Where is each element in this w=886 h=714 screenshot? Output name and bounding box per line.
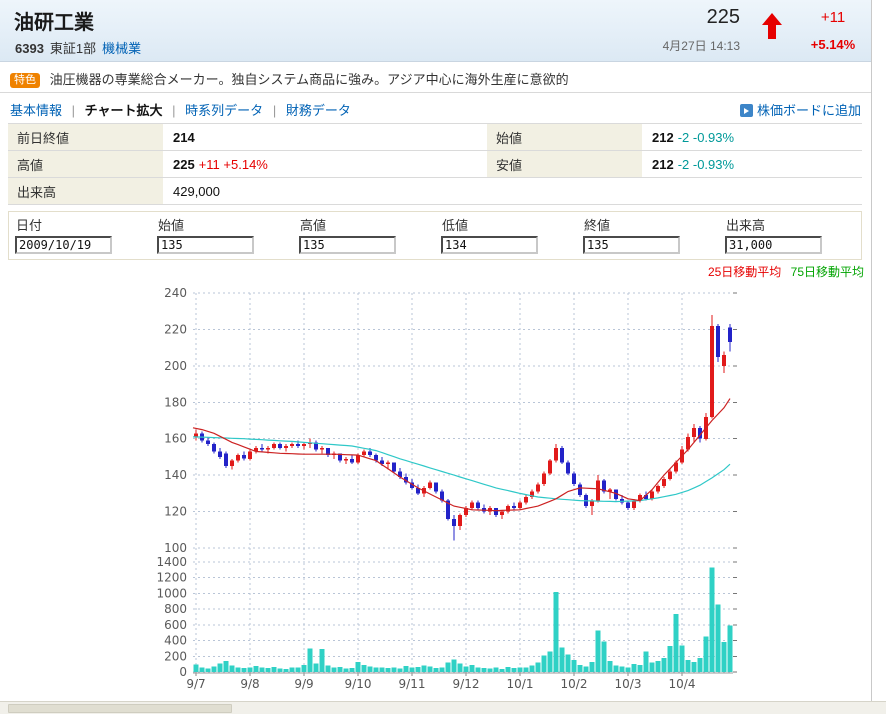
col-header-low: 低値 (435, 215, 577, 234)
svg-text:9/10: 9/10 (345, 677, 372, 691)
svg-text:9/8: 9/8 (240, 677, 259, 691)
stock-detail-page: 油研工業 6393 東証1部機械業 225 4月27日 14:13 +11 +5.… (0, 0, 886, 714)
value-open: 212-2 -0.93% (642, 130, 862, 145)
label-high: 高値 (8, 151, 163, 177)
value-high: 225+11 +5.14% (163, 157, 487, 172)
svg-text:200: 200 (164, 649, 187, 663)
industry-link[interactable]: 機械業 (102, 41, 141, 56)
entry-header-row: 日付 始値 高値 低値 終値 出来高 (9, 212, 861, 234)
chart-legend: 25日移動平均 75日移動平均 (708, 263, 864, 280)
svg-text:160: 160 (164, 432, 187, 446)
open-change: -2 -0.93% (678, 130, 734, 145)
value-volume: 429,000 (163, 184, 862, 199)
svg-text:0: 0 (179, 665, 187, 679)
svg-text:600: 600 (164, 618, 187, 632)
col-header-high: 高値 (293, 215, 435, 234)
summary-table: 前日終値 214 始値 212-2 -0.93% 高値 225+11 +5.14… (8, 123, 862, 205)
stock-code: 6393 (15, 41, 44, 56)
entry-input-row (9, 236, 861, 254)
nav-separator: | (172, 103, 175, 118)
svg-text:10/3: 10/3 (615, 677, 642, 691)
svg-text:220: 220 (164, 322, 187, 336)
quote-datetime: 4月27日 14:13 (600, 37, 740, 54)
label-open: 始値 (487, 124, 642, 150)
header-band: 油研工業 6393 東証1部機械業 225 4月27日 14:13 +11 +5.… (0, 0, 871, 62)
table-row: 前日終値 214 始値 212-2 -0.93% (8, 124, 862, 151)
svg-text:140: 140 (164, 468, 187, 482)
nav-separator: | (72, 103, 75, 118)
open-input[interactable] (157, 236, 254, 254)
price-change: +11 (798, 9, 868, 26)
label-low: 安値 (487, 151, 642, 177)
svg-text:10/2: 10/2 (561, 677, 588, 691)
svg-text:800: 800 (164, 602, 187, 616)
label-volume: 出来高 (8, 178, 163, 204)
value-prev-close: 214 (163, 130, 487, 145)
svg-text:200: 200 (164, 359, 187, 373)
low-change: -2 -0.93% (678, 157, 734, 172)
price-change-percent: +5.14% (798, 37, 868, 52)
nav-tab-chart[interactable]: チャート拡大 (85, 103, 163, 118)
high-input[interactable] (299, 236, 396, 254)
svg-text:1000: 1000 (156, 586, 187, 600)
stock-title: 油研工業 (14, 6, 94, 35)
low-input[interactable] (441, 236, 538, 254)
svg-text:120: 120 (164, 505, 187, 519)
nav-tab-timeseries[interactable]: 時系列データ (185, 103, 263, 118)
page-right-border (871, 0, 872, 701)
market-name: 東証1部 (50, 41, 96, 56)
stock-chart: 9/7 9/8 9/9 9/10 9/11 9/12 10/1 10/2 10/3 10/4 240… (0, 285, 871, 700)
close-input[interactable] (583, 236, 680, 254)
date-input[interactable] (15, 236, 112, 254)
feature-badge: 特色 (10, 73, 40, 88)
label-prev-close: 前日終値 (8, 124, 163, 150)
svg-text:9/9: 9/9 (294, 677, 313, 691)
table-row: 高値 225+11 +5.14% 安値 212-2 -0.93% (8, 151, 862, 178)
svg-text:1200: 1200 (156, 571, 187, 585)
col-header-open: 始値 (151, 215, 293, 234)
svg-text:10/4: 10/4 (669, 677, 696, 691)
feature-text: 油圧機器の専業総合メーカー。独自システム商品に強み。アジア中心に海外生産に意欲的 (50, 72, 569, 87)
legend-ma75: 75日移動平均 (791, 265, 864, 279)
svg-text:400: 400 (164, 634, 187, 648)
svg-text:180: 180 (164, 395, 187, 409)
svg-text:9/12: 9/12 (453, 677, 480, 691)
horizontal-scrollbar[interactable] (0, 701, 886, 714)
feature-row: 特色 油圧機器の専業総合メーカー。独自システム商品に強み。アジア中心に海外生産に… (0, 63, 871, 92)
nav-tab-financial[interactable]: 財務データ (286, 103, 351, 118)
add-to-board[interactable]: 株価ボードに追加 (740, 100, 861, 119)
nav-separator: | (273, 103, 276, 118)
up-arrow-icon (760, 11, 784, 41)
stock-subline: 6393 東証1部機械業 (15, 38, 141, 57)
svg-text:9/11: 9/11 (399, 677, 426, 691)
legend-ma25: 25日移動平均 (708, 265, 781, 279)
quote-entry-table: 日付 始値 高値 低値 終値 出来高 (8, 211, 862, 260)
nav-row: 基本情報 | チャート拡大 | 時系列データ | 財務データ 株価ボードに追加 (0, 92, 871, 122)
col-header-volume: 出来高 (719, 215, 861, 234)
svg-text:1400: 1400 (156, 555, 187, 569)
high-change: +11 +5.14% (199, 157, 268, 172)
volume-input[interactable] (725, 236, 822, 254)
add-to-board-icon[interactable] (740, 104, 753, 117)
col-header-close: 終値 (577, 215, 719, 234)
table-row: 出来高 429,000 (8, 178, 862, 205)
current-price: 225 (620, 6, 740, 29)
nav-tab-basic[interactable]: 基本情報 (10, 103, 62, 118)
add-to-board-link[interactable]: 株価ボードに追加 (757, 103, 861, 118)
svg-text:240: 240 (164, 286, 187, 300)
col-header-date: 日付 (9, 215, 151, 234)
svg-text:10/1: 10/1 (507, 677, 534, 691)
value-low: 212-2 -0.93% (642, 157, 862, 172)
svg-text:100: 100 (164, 541, 187, 555)
svg-text:9/7: 9/7 (186, 677, 205, 691)
scrollbar-thumb[interactable] (8, 704, 232, 713)
